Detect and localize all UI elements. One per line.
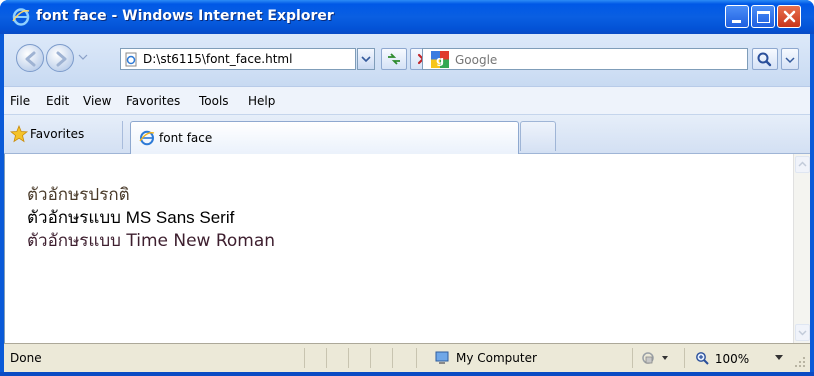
menu-view[interactable]: View <box>83 94 111 108</box>
google-logo-icon: g <box>431 51 449 68</box>
navigation-bar: D:\st6115\font_face.html g <box>4 34 810 86</box>
page-content: ตัวอักษรปรกติ ตัวอักษรแบบ MS Sans Serif … <box>4 154 793 343</box>
resize-grip-icon[interactable] <box>794 356 806 368</box>
security-zone-label[interactable]: My Computer <box>456 351 537 365</box>
title-bar[interactable]: font face - Windows Internet Explorer <box>0 0 814 34</box>
refresh-icon <box>388 53 400 65</box>
address-dropdown-button[interactable] <box>357 48 375 70</box>
scroll-down-button[interactable] <box>795 324 810 341</box>
tab-font-face[interactable]: font face <box>130 121 519 155</box>
zoom-level: 100% <box>714 352 750 366</box>
menu-edit[interactable]: Edit <box>46 94 69 108</box>
address-url: D:\st6115\font_face.html <box>143 52 293 66</box>
search-button[interactable] <box>752 48 778 70</box>
status-text: Done <box>10 351 42 365</box>
status-bar: Done My Computer 100% <box>4 343 810 372</box>
forward-arrow-icon <box>56 51 67 67</box>
status-divider <box>632 348 633 368</box>
chevron-down-icon <box>798 330 807 336</box>
status-divider <box>304 348 305 368</box>
back-button[interactable] <box>16 44 44 72</box>
protected-mode-icon[interactable] <box>640 350 672 366</box>
ie-logo-icon <box>12 8 30 26</box>
computer-icon <box>435 351 449 364</box>
svg-text:g: g <box>436 54 444 67</box>
vertical-scrollbar[interactable] <box>793 154 810 343</box>
status-divider <box>416 348 417 368</box>
search-options-button[interactable] <box>781 48 799 70</box>
star-icon[interactable] <box>10 125 28 143</box>
status-divider <box>370 348 371 368</box>
scroll-up-button[interactable] <box>795 156 810 173</box>
tab-label: font face <box>159 131 213 145</box>
minimize-button[interactable] <box>725 5 749 28</box>
times-new-roman-text: ตัวอักษรแบบ Time New Roman <box>27 231 276 251</box>
zoom-level-button[interactable]: 100% <box>695 351 749 366</box>
magnifier-plus-icon <box>696 352 709 365</box>
chevron-down-icon <box>785 57 795 64</box>
chevron-down-icon <box>361 56 371 63</box>
browser-window: font face - Windows Internet Explorer D:… <box>0 0 814 376</box>
refresh-button[interactable] <box>381 48 407 70</box>
search-input[interactable] <box>455 52 735 68</box>
menu-bar: File Edit View Favorites Tools Help <box>4 86 810 114</box>
forward-button[interactable] <box>46 44 74 72</box>
favorites-button[interactable]: Favorites <box>30 127 84 141</box>
magnifier-icon <box>757 52 772 67</box>
zoom-dropdown-icon[interactable] <box>774 354 784 362</box>
window-title: font face - Windows Internet Explorer <box>36 8 334 24</box>
search-box[interactable]: g <box>422 48 748 70</box>
recent-pages-dropdown-icon[interactable] <box>77 51 89 63</box>
status-divider <box>348 348 349 368</box>
menu-tools[interactable]: Tools <box>199 94 229 108</box>
menu-file[interactable]: File <box>10 94 30 108</box>
page-icon <box>125 52 137 67</box>
new-tab-button[interactable] <box>520 121 556 151</box>
close-icon <box>783 10 796 23</box>
menu-favorites[interactable]: Favorites <box>126 94 180 108</box>
minimize-icon <box>732 20 741 23</box>
maximize-icon <box>757 11 770 23</box>
status-divider <box>684 348 685 368</box>
status-divider <box>392 348 393 368</box>
address-bar[interactable]: D:\st6115\font_face.html <box>120 48 356 70</box>
close-button[interactable] <box>777 5 801 28</box>
chevron-up-icon <box>798 161 807 167</box>
window-frame-bottom <box>0 372 814 376</box>
ie-page-icon <box>139 130 155 146</box>
favorites-separator <box>122 121 123 149</box>
maximize-button[interactable] <box>751 5 775 28</box>
menu-help[interactable]: Help <box>248 94 275 108</box>
status-divider <box>326 348 327 368</box>
back-arrow-icon <box>25 51 36 67</box>
favorites-bar: Favorites font face <box>4 114 810 155</box>
